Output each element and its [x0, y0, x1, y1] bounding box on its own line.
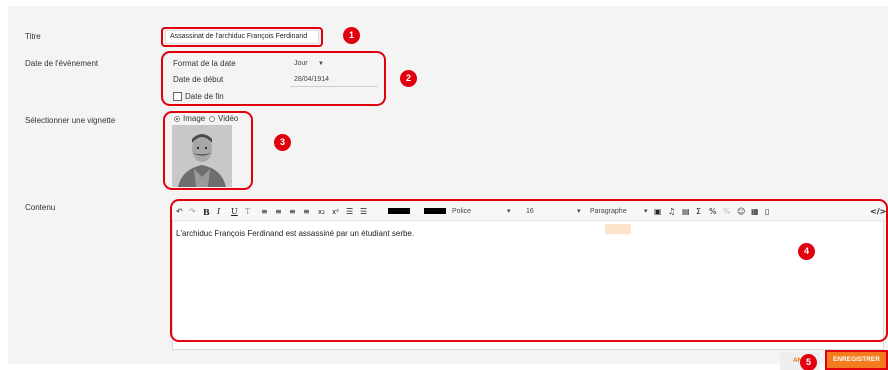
- annotation-box-1: [161, 27, 323, 47]
- annotation-box-4: [170, 199, 888, 342]
- annotation-marker-3: 3: [274, 134, 291, 151]
- annotation-box-2: [161, 51, 386, 106]
- annotation-box-3: [163, 111, 253, 190]
- thumbnail-label: Sélectionner une vignette: [25, 116, 116, 125]
- title-label: Titre: [25, 32, 41, 41]
- annotation-marker-1: 1: [343, 27, 360, 44]
- annotation-marker-2: 2: [400, 70, 417, 87]
- save-button[interactable]: ENREGISTRER: [825, 350, 888, 370]
- event-date-label: Date de l'évènement: [25, 59, 99, 68]
- content-label: Contenu: [25, 203, 56, 212]
- annotation-marker-5: 5: [800, 354, 817, 370]
- annotation-marker-4: 4: [798, 243, 815, 260]
